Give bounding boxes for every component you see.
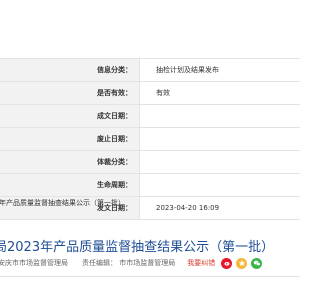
- share-icons: [221, 257, 263, 269]
- category-value: 抽检计划及结果发布: [156, 66, 219, 74]
- genre-label: 体裁分类：: [0, 151, 140, 173]
- wechat-icon[interactable]: [251, 257, 263, 269]
- report-error-link[interactable]: 我要纠错: [187, 258, 215, 268]
- lifecycle-label: 生命周期：: [0, 174, 140, 196]
- info-row-category: 信息分类： 抽检计划及结果发布: [0, 59, 300, 82]
- validity-value: 有效: [156, 89, 170, 97]
- breadcrumb: 年产品质量监督抽查结果公示（第一批）: [0, 199, 125, 207]
- genre-value: [140, 151, 156, 173]
- article-meta-bar: 安庆市市场监督管理局 责任编辑： 市市场监督管理局 我要纠错: [0, 250, 300, 276]
- info-row-validity: 是否有效： 有效: [0, 82, 300, 105]
- info-row-lifecycle: 生命周期：: [0, 174, 300, 197]
- meta-divider: [0, 276, 300, 277]
- repeal-date-value: [140, 128, 156, 150]
- info-row-genre: 体裁分类：: [0, 151, 300, 174]
- validity-label: 是否有效：: [0, 82, 140, 104]
- written-date-value: [140, 105, 156, 127]
- article-source: 安庆市市场监督管理局: [0, 259, 68, 267]
- lifecycle-value: [140, 174, 156, 196]
- info-row-written-date: 成文日期：: [0, 105, 300, 128]
- info-row-repeal-date: 废止日期：: [0, 128, 300, 151]
- qzone-icon[interactable]: [236, 257, 248, 269]
- repeal-date-label: 废止日期：: [0, 128, 140, 150]
- info-table: 信息分类： 抽检计划及结果发布 是否有效： 有效 成文日期： 废止日期： 体裁分…: [0, 58, 300, 220]
- category-label: 信息分类：: [0, 59, 140, 81]
- publish-date-value: 2023-04-20 16:09: [156, 204, 220, 212]
- written-date-label: 成文日期：: [0, 105, 140, 127]
- article-editor: 责任编辑： 市市场监督管理局: [82, 259, 176, 267]
- weibo-icon[interactable]: [221, 257, 233, 269]
